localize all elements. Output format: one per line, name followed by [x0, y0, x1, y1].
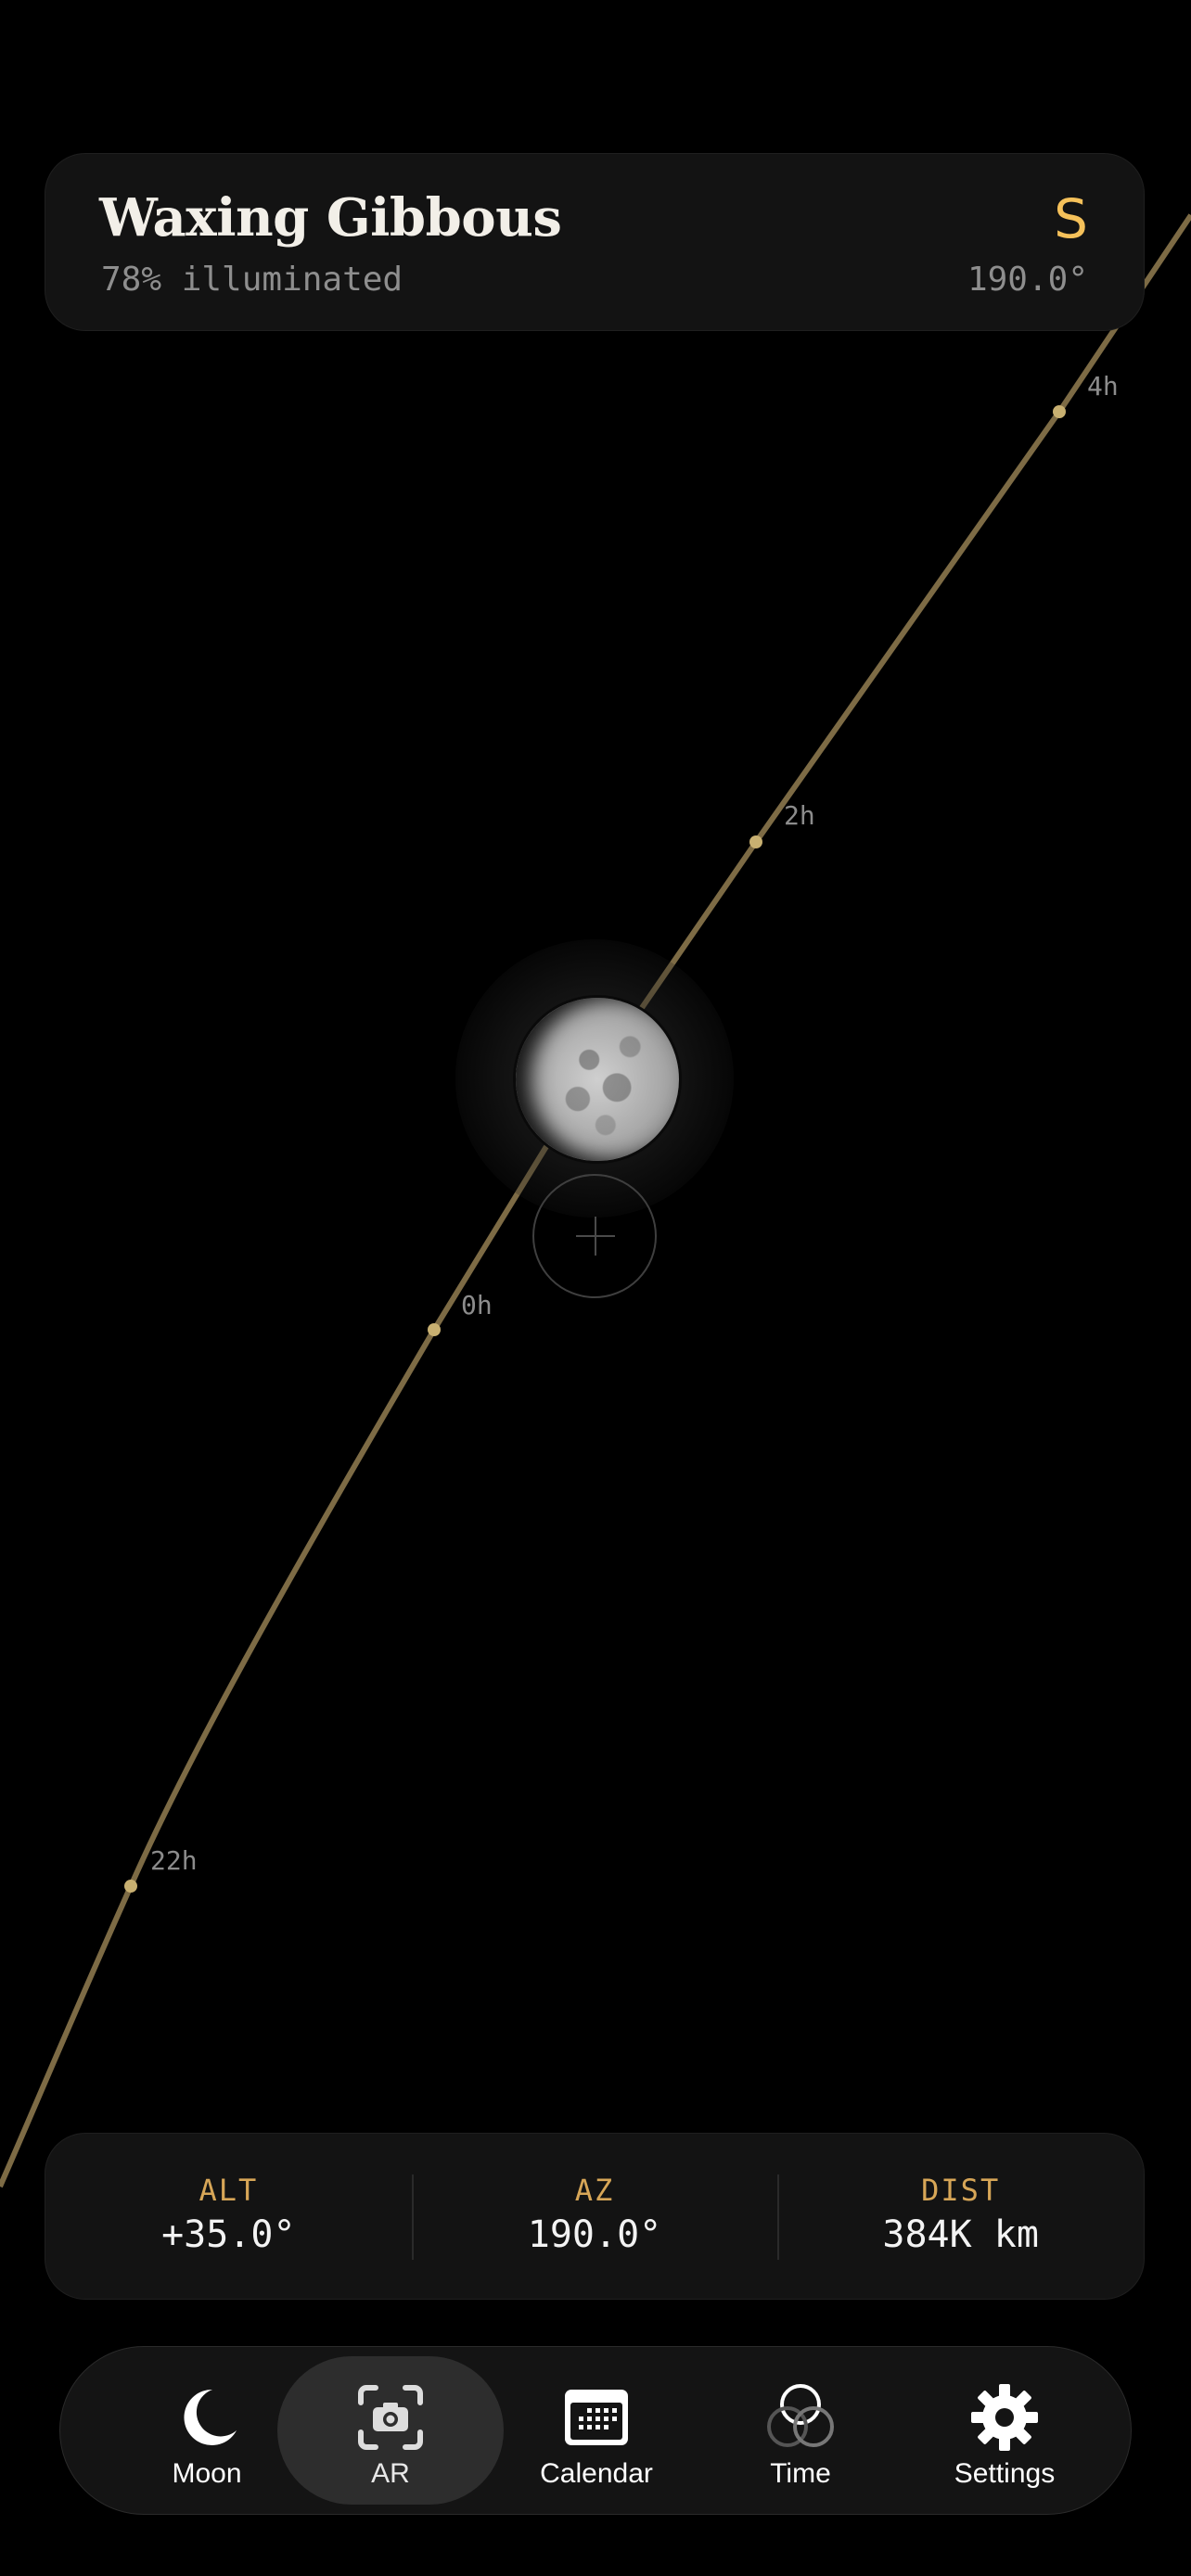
path-label-4h: 4h	[1087, 371, 1119, 402]
path-label-0h: 0h	[461, 1290, 493, 1320]
tab-settings[interactable]: Settings	[897, 2356, 1112, 2505]
tab-label: Time	[770, 2458, 831, 2489]
stat-label: ALT	[198, 2173, 259, 2208]
stat-label: DIST	[921, 2173, 1001, 2208]
tab-calendar[interactable]: Calendar	[487, 2356, 706, 2505]
compass-direction: S	[1054, 187, 1088, 250]
crosshair-reticle	[532, 1174, 657, 1298]
tab-label: Calendar	[540, 2458, 653, 2489]
camera-icon	[358, 2385, 423, 2450]
stat-value: 190.0°	[527, 2213, 662, 2256]
path-label-22h: 22h	[150, 1845, 198, 1876]
path-marker-2h	[749, 835, 762, 848]
path-label-2h: 2h	[784, 800, 815, 831]
moon-icon	[184, 2389, 237, 2445]
tab-bar: Moon AR Calendar Time Settings	[59, 2346, 1132, 2515]
stat-azimuth: AZ 190.0°	[411, 2134, 778, 2299]
gear-icon	[971, 2384, 1038, 2451]
tab-label: AR	[371, 2458, 410, 2489]
tab-label: Settings	[954, 2458, 1056, 2489]
stat-altitude: ALT +35.0°	[45, 2134, 412, 2299]
phase-title: Waxing Gibbous	[99, 187, 562, 249]
stat-distance: DIST 384K km	[777, 2134, 1144, 2299]
path-marker-4h	[1053, 405, 1066, 418]
time-icon	[767, 2384, 834, 2447]
azimuth-readout: 190.0°	[967, 261, 1088, 299]
calendar-icon	[565, 2390, 628, 2445]
moon-image[interactable]	[513, 995, 682, 1164]
path-marker-0h	[428, 1323, 441, 1336]
stat-value: 384K km	[882, 2213, 1039, 2256]
tab-time[interactable]: Time	[693, 2356, 908, 2505]
path-marker-22h	[124, 1880, 137, 1893]
tab-ar[interactable]: AR	[277, 2356, 504, 2505]
illumination-text: 78% illuminated	[101, 261, 403, 299]
stats-card: ALT +35.0° AZ 190.0° DIST 384K km	[45, 2133, 1145, 2300]
stat-label: AZ	[574, 2173, 615, 2208]
phase-card: Waxing Gibbous 78% illuminated S 190.0°	[45, 153, 1145, 331]
stat-value: +35.0°	[161, 2213, 296, 2256]
